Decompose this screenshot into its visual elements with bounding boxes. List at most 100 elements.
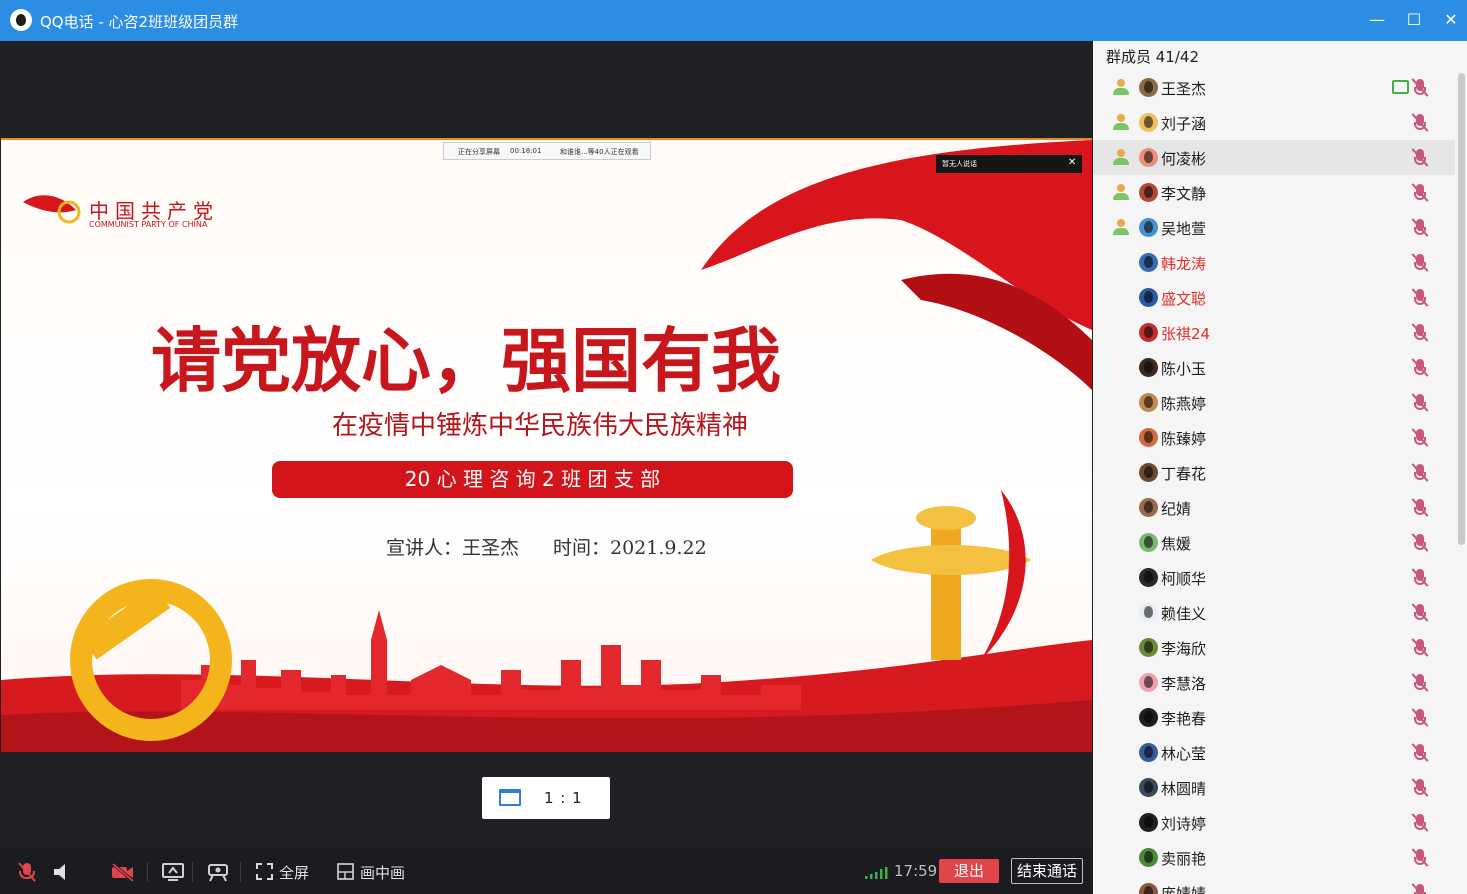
member-row[interactable]: 纪婧: [1093, 490, 1455, 525]
member-name: 纪婧: [1161, 500, 1192, 518]
member-name: 赖佳义: [1161, 605, 1207, 623]
talk-close-icon[interactable]: ✕: [1068, 157, 1076, 168]
member-row[interactable]: 李艳春: [1093, 700, 1455, 735]
toolbar-divider: [240, 862, 241, 882]
avatar: [1139, 848, 1158, 867]
member-row[interactable]: 赖佳义: [1093, 595, 1455, 630]
mic-muted-icon[interactable]: [1411, 743, 1429, 763]
member-row[interactable]: 王圣杰: [1093, 70, 1455, 105]
member-name: 何凌彬: [1161, 150, 1207, 168]
aspect-ratio-label: 1 : 1: [544, 789, 583, 807]
mic-muted-icon[interactable]: [1411, 78, 1429, 98]
mic-muted-icon[interactable]: [16, 861, 38, 883]
member-name: 陈燕婷: [1161, 395, 1207, 413]
member-row[interactable]: 陈燕婷: [1093, 385, 1455, 420]
admin-user-icon: [1112, 114, 1129, 131]
avatar: [1139, 603, 1158, 622]
mic-muted-icon[interactable]: [1411, 813, 1429, 833]
member-name: 柯顺华: [1161, 570, 1207, 588]
member-row[interactable]: 何凌彬: [1093, 140, 1455, 175]
mic-muted-icon[interactable]: [1411, 848, 1429, 868]
mic-muted-icon[interactable]: [1411, 183, 1429, 203]
mic-muted-icon[interactable]: [1411, 778, 1429, 798]
camera-off-icon[interactable]: [111, 862, 135, 884]
member-name: 李慧洛: [1161, 675, 1207, 693]
member-row[interactable]: 吴地萱: [1093, 210, 1455, 245]
mic-muted-icon[interactable]: [1411, 603, 1429, 623]
member-row[interactable]: 刘诗婷: [1093, 805, 1455, 840]
member-row[interactable]: 林圆晴: [1093, 770, 1455, 805]
mic-muted-icon[interactable]: [1411, 428, 1429, 448]
aspect-ratio-button[interactable]: 1 : 1: [482, 777, 610, 819]
slide-speaker: 宣讲人：王圣杰: [386, 537, 520, 559]
member-name: 吴地萱: [1161, 220, 1207, 238]
window-icon: [499, 789, 521, 806]
member-row[interactable]: 陈臻婷: [1093, 420, 1455, 455]
member-name: 林圆晴: [1161, 780, 1207, 798]
exit-button[interactable]: 退出: [939, 859, 999, 883]
admin-user-icon: [1112, 79, 1129, 96]
avatar: [1139, 428, 1158, 447]
end-call-button[interactable]: 结束通话: [1011, 858, 1083, 884]
member-row[interactable]: 盛文聪: [1093, 280, 1455, 315]
mic-muted-icon[interactable]: [1411, 533, 1429, 553]
mic-muted-icon[interactable]: [1411, 463, 1429, 483]
mic-muted-icon[interactable]: [1411, 498, 1429, 518]
mic-muted-icon[interactable]: [1411, 883, 1429, 894]
member-list-scrollbar[interactable]: [1458, 73, 1465, 545]
member-row[interactable]: 林心莹: [1093, 735, 1455, 770]
slide-subtitle: 在疫情中锤炼中华民族伟大民族精神: [332, 411, 749, 441]
maximize-button[interactable]: ☐: [1401, 8, 1427, 32]
share-screen-icon[interactable]: [162, 862, 184, 884]
avatar: [1139, 498, 1158, 517]
member-row[interactable]: 张祺24: [1093, 315, 1455, 350]
admin-user-icon: [1112, 149, 1129, 166]
projector-icon[interactable]: [207, 861, 229, 883]
mic-muted-icon[interactable]: [1411, 253, 1429, 273]
mic-muted-icon[interactable]: [1411, 288, 1429, 308]
member-row[interactable]: 丁春花: [1093, 455, 1455, 490]
mic-muted-icon[interactable]: [1411, 218, 1429, 238]
mic-muted-icon[interactable]: [1411, 393, 1429, 413]
fullscreen-icon: [256, 863, 273, 880]
avatar: [1139, 183, 1158, 202]
share-time-text: 00:18:01: [510, 147, 542, 155]
share-viewers-text: 和谁谁...等40人正在观看: [560, 148, 639, 156]
share-status-text: 正在分享屏幕: [458, 148, 500, 156]
member-row[interactable]: 陈小玉: [1093, 350, 1455, 385]
avatar: [1139, 883, 1158, 894]
pip-icon: [337, 863, 354, 880]
slide-headline: 请党放心，强国有我: [151, 319, 781, 402]
toolbar-divider: [147, 862, 148, 882]
mic-muted-icon[interactable]: [1411, 708, 1429, 728]
avatar: [1139, 568, 1158, 587]
mic-muted-icon[interactable]: [1411, 358, 1429, 378]
fullscreen-label: 全屏: [279, 864, 310, 882]
close-button[interactable]: ✕: [1438, 8, 1464, 32]
member-row[interactable]: 柯顺华: [1093, 560, 1455, 595]
mic-muted-icon[interactable]: [1411, 148, 1429, 168]
mic-muted-icon[interactable]: [1411, 638, 1429, 658]
speaker-icon[interactable]: [52, 862, 70, 884]
avatar: [1139, 778, 1158, 797]
minimize-button[interactable]: —: [1364, 8, 1390, 32]
member-row[interactable]: 卖丽艳: [1093, 840, 1455, 875]
member-row[interactable]: 李慧洛: [1093, 665, 1455, 700]
mic-muted-icon[interactable]: [1411, 323, 1429, 343]
screen-share-icon: [1392, 80, 1409, 94]
member-row[interactable]: 庞婧婧: [1093, 875, 1455, 894]
member-row[interactable]: 李海欣: [1093, 630, 1455, 665]
avatar: [1139, 708, 1158, 727]
member-panel: 群成员 41/42 王圣杰 刘子涵 何凌彬 李文静 吴地萱 韩龙涛 盛文聪 张祺24 陈小玉 陈燕…: [1093, 41, 1467, 894]
member-row[interactable]: 刘子涵: [1093, 105, 1455, 140]
member-name: 林心莹: [1161, 745, 1207, 763]
member-row[interactable]: 李文静: [1093, 175, 1455, 210]
member-row[interactable]: 焦媛: [1093, 525, 1455, 560]
slide-decoration: [1, 140, 1092, 752]
member-row[interactable]: 韩龙涛: [1093, 245, 1455, 280]
mic-muted-icon[interactable]: [1411, 673, 1429, 693]
avatar: [1139, 253, 1158, 272]
mic-muted-icon[interactable]: [1411, 568, 1429, 588]
avatar: [1139, 463, 1158, 482]
mic-muted-icon[interactable]: [1411, 113, 1429, 133]
